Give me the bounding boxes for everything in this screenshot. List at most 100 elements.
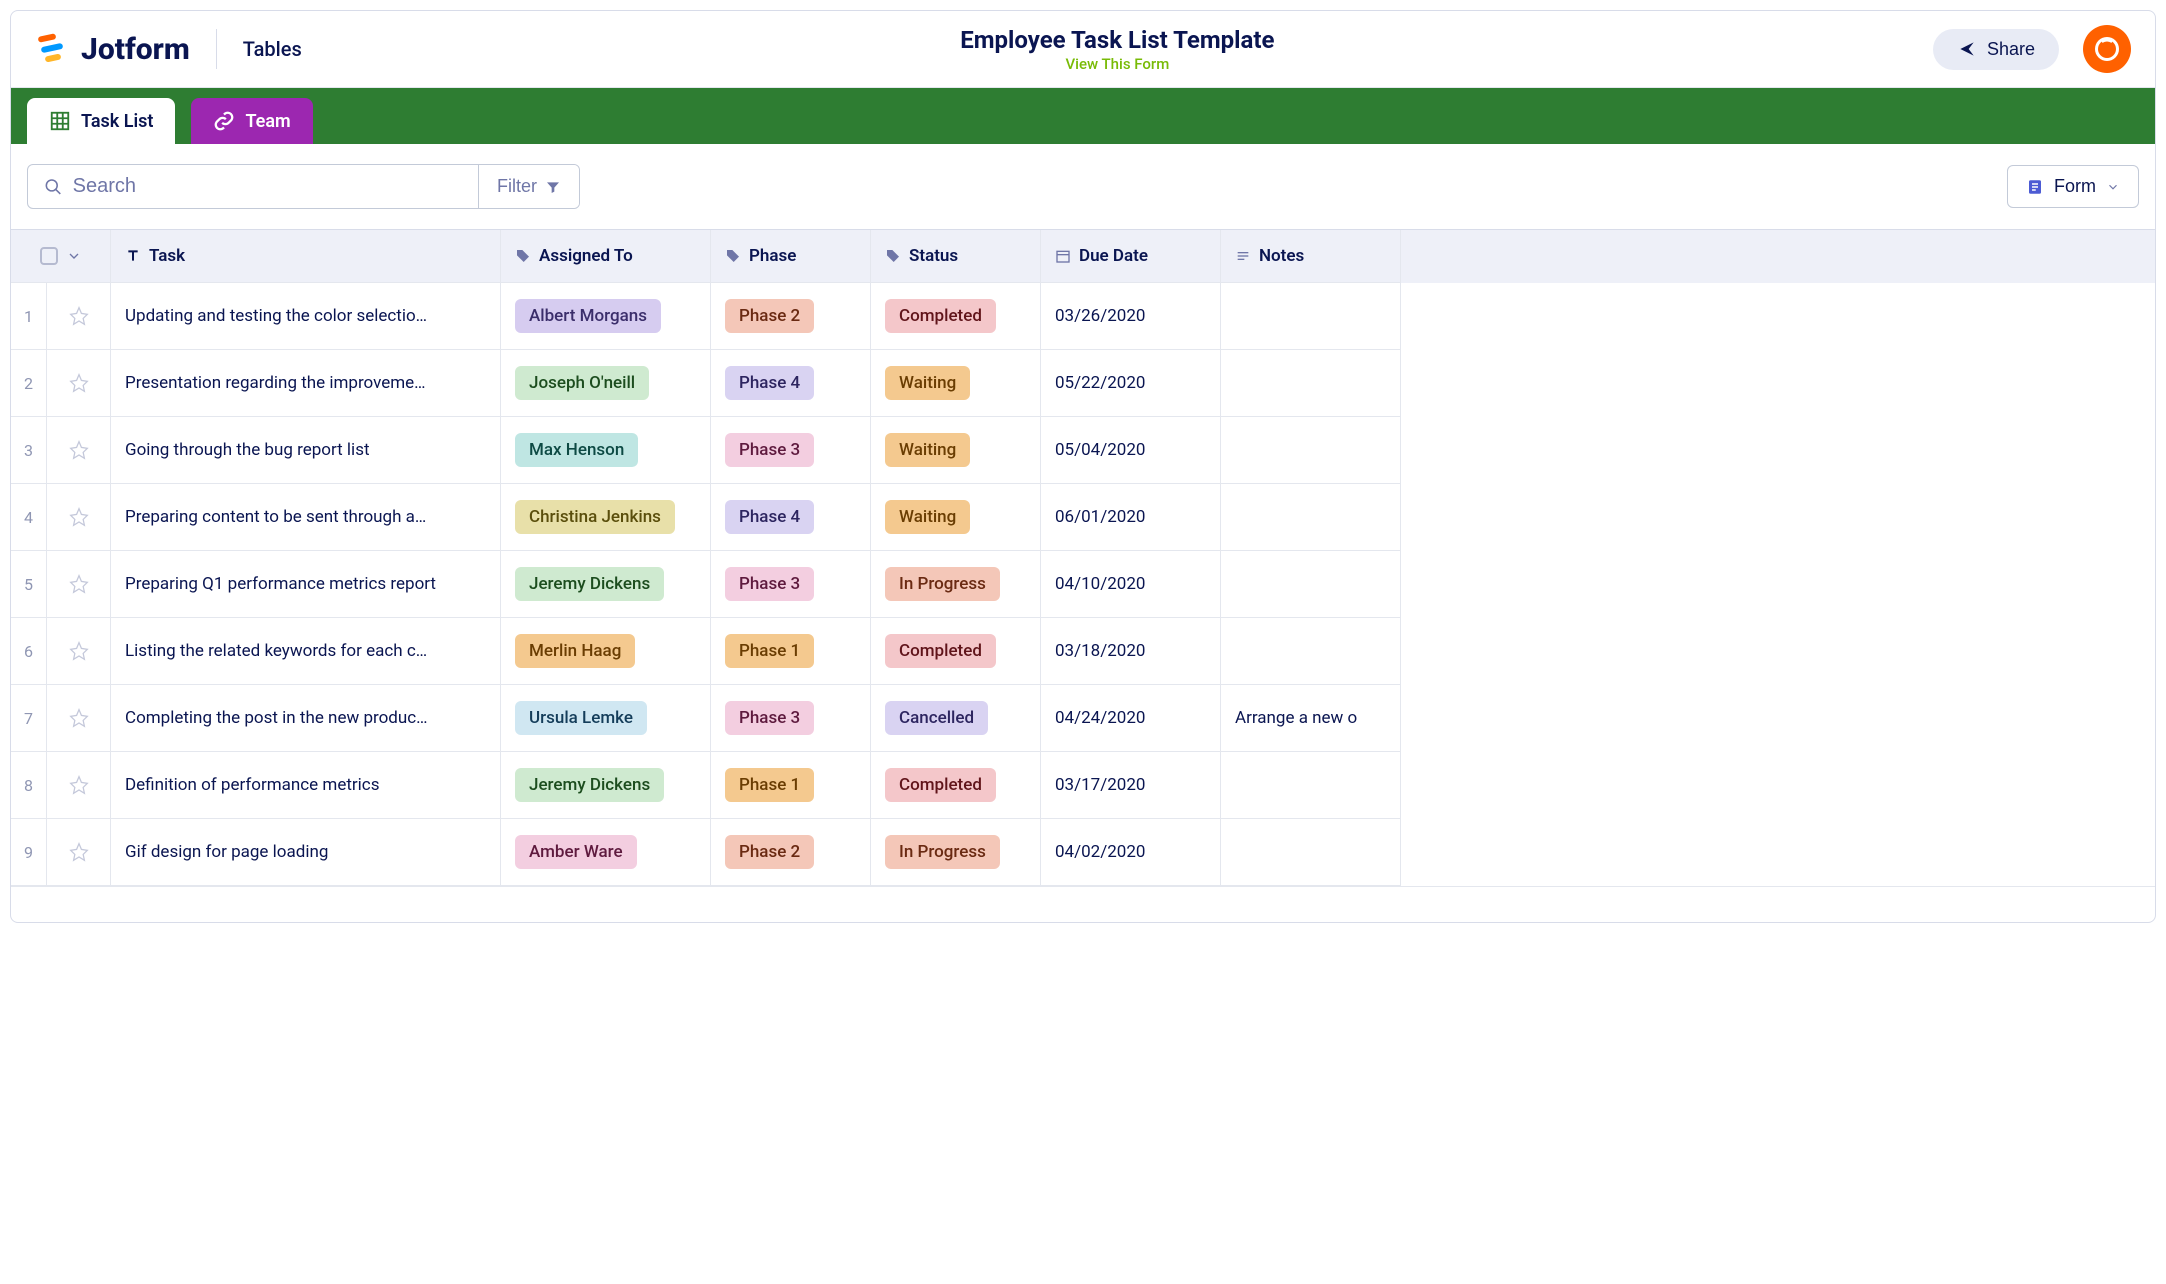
cell-due[interactable]: 03/26/2020 xyxy=(1041,283,1221,350)
table-row[interactable]: 9 Gif design for page loading Amber Ware… xyxy=(11,819,2155,886)
cell-notes[interactable] xyxy=(1221,819,1401,886)
select-all-checkbox[interactable] xyxy=(40,247,58,265)
cell-phase[interactable]: Phase 3 xyxy=(711,685,871,752)
col-due[interactable]: Due Date xyxy=(1041,230,1221,283)
tab-task-list[interactable]: Task List xyxy=(27,98,175,144)
cell-phase[interactable]: Phase 3 xyxy=(711,551,871,618)
tab-team[interactable]: Team xyxy=(191,98,312,144)
cell-status[interactable]: Waiting xyxy=(871,350,1041,417)
cell-due[interactable]: 05/22/2020 xyxy=(1041,350,1221,417)
cell-assigned[interactable]: Joseph O'neill xyxy=(501,350,711,417)
table-row[interactable]: 6 Listing the related keywords for each … xyxy=(11,618,2155,685)
star-toggle[interactable] xyxy=(47,685,111,752)
cell-assigned[interactable]: Ursula Lemke xyxy=(501,685,711,752)
cell-due[interactable]: 06/01/2020 xyxy=(1041,484,1221,551)
cell-task[interactable]: Updating and testing the color selectio… xyxy=(111,283,501,350)
cell-task[interactable]: Going through the bug report list xyxy=(111,417,501,484)
search-input[interactable] xyxy=(73,175,462,198)
cell-phase[interactable]: Phase 3 xyxy=(711,417,871,484)
chevron-down-icon[interactable] xyxy=(66,248,82,264)
col-status[interactable]: Status xyxy=(871,230,1041,283)
cell-notes[interactable] xyxy=(1221,551,1401,618)
cell-notes[interactable] xyxy=(1221,350,1401,417)
section-label[interactable]: Tables xyxy=(243,37,302,61)
cell-task[interactable]: Completing the post in the new produc… xyxy=(111,685,501,752)
cell-status[interactable]: In Progress xyxy=(871,819,1041,886)
filter-button[interactable]: Filter xyxy=(478,165,579,208)
table-row[interactable]: 8 Definition of performance metrics Jere… xyxy=(11,752,2155,819)
cell-status[interactable]: In Progress xyxy=(871,551,1041,618)
logo[interactable]: Jotform xyxy=(35,31,190,67)
cell-status[interactable]: Waiting xyxy=(871,417,1041,484)
cell-assigned[interactable]: Max Henson xyxy=(501,417,711,484)
cell-task[interactable]: Preparing Q1 performance metrics report xyxy=(111,551,501,618)
star-toggle[interactable] xyxy=(47,484,111,551)
cell-phase[interactable]: Phase 4 xyxy=(711,484,871,551)
cell-notes[interactable] xyxy=(1221,283,1401,350)
form-icon xyxy=(2026,178,2044,196)
table-row[interactable]: 1 Updating and testing the color selecti… xyxy=(11,283,2155,350)
cell-due[interactable]: 04/02/2020 xyxy=(1041,819,1221,886)
star-toggle[interactable] xyxy=(47,819,111,886)
star-toggle[interactable] xyxy=(47,752,111,819)
app-window: Jotform Tables Employee Task List Templa… xyxy=(10,10,2156,923)
cell-notes[interactable]: Arrange a new o xyxy=(1221,685,1401,752)
cell-assigned[interactable]: Amber Ware xyxy=(501,819,711,886)
table-row[interactable]: 5 Preparing Q1 performance metrics repor… xyxy=(11,551,2155,618)
col-task[interactable]: Task xyxy=(111,230,501,283)
search-box[interactable] xyxy=(28,165,478,208)
tab-label: Task List xyxy=(81,111,153,132)
cell-due[interactable]: 03/17/2020 xyxy=(1041,752,1221,819)
cell-task[interactable]: Gif design for page loading xyxy=(111,819,501,886)
cell-notes[interactable] xyxy=(1221,752,1401,819)
cell-phase[interactable]: Phase 2 xyxy=(711,283,871,350)
col-phase[interactable]: Phase xyxy=(711,230,871,283)
share-button[interactable]: Share xyxy=(1933,29,2059,70)
row-number: 2 xyxy=(11,350,47,417)
cell-assigned[interactable]: Christina Jenkins xyxy=(501,484,711,551)
cell-task[interactable]: Presentation regarding the improveme… xyxy=(111,350,501,417)
star-toggle[interactable] xyxy=(47,618,111,685)
table-row[interactable]: 4 Preparing content to be sent through a… xyxy=(11,484,2155,551)
star-icon xyxy=(69,574,89,594)
avatar[interactable] xyxy=(2083,25,2131,73)
cell-due[interactable]: 05/04/2020 xyxy=(1041,417,1221,484)
cell-task[interactable]: Definition of performance metrics xyxy=(111,752,501,819)
cell-status[interactable]: Cancelled xyxy=(871,685,1041,752)
cell-phase[interactable]: Phase 4 xyxy=(711,350,871,417)
cell-notes[interactable] xyxy=(1221,417,1401,484)
cell-status[interactable]: Completed xyxy=(871,618,1041,685)
view-switcher[interactable]: Form xyxy=(2007,165,2139,208)
cell-status[interactable]: Waiting xyxy=(871,484,1041,551)
cell-due[interactable]: 03/18/2020 xyxy=(1041,618,1221,685)
star-toggle[interactable] xyxy=(47,283,111,350)
header: Jotform Tables Employee Task List Templa… xyxy=(11,11,2155,88)
cell-assigned[interactable]: Jeremy Dickens xyxy=(501,551,711,618)
col-assigned[interactable]: Assigned To xyxy=(501,230,711,283)
cell-due[interactable]: 04/10/2020 xyxy=(1041,551,1221,618)
cell-status[interactable]: Completed xyxy=(871,752,1041,819)
cell-phase[interactable]: Phase 1 xyxy=(711,752,871,819)
cell-phase[interactable]: Phase 2 xyxy=(711,819,871,886)
cell-phase[interactable]: Phase 1 xyxy=(711,618,871,685)
cell-assigned[interactable]: Jeremy Dickens xyxy=(501,752,711,819)
cell-task[interactable]: Preparing content to be sent through a… xyxy=(111,484,501,551)
cell-notes[interactable] xyxy=(1221,484,1401,551)
cell-assigned[interactable]: Albert Morgans xyxy=(501,283,711,350)
table-row[interactable]: 2 Presentation regarding the improveme… … xyxy=(11,350,2155,417)
select-all-cell[interactable] xyxy=(11,230,111,283)
col-notes[interactable]: Notes xyxy=(1221,230,1401,283)
star-toggle[interactable] xyxy=(47,551,111,618)
cell-notes[interactable] xyxy=(1221,618,1401,685)
assignee-tag: Max Henson xyxy=(515,433,638,467)
table-row[interactable]: 3 Going through the bug report list Max … xyxy=(11,417,2155,484)
star-toggle[interactable] xyxy=(47,350,111,417)
view-form-link[interactable]: View This Form xyxy=(1065,55,1169,73)
cell-task[interactable]: Listing the related keywords for each c… xyxy=(111,618,501,685)
cell-due[interactable]: 04/24/2020 xyxy=(1041,685,1221,752)
cell-status[interactable]: Completed xyxy=(871,283,1041,350)
assignee-tag: Jeremy Dickens xyxy=(515,567,664,601)
table-row[interactable]: 7 Completing the post in the new produc…… xyxy=(11,685,2155,752)
star-toggle[interactable] xyxy=(47,417,111,484)
cell-assigned[interactable]: Merlin Haag xyxy=(501,618,711,685)
